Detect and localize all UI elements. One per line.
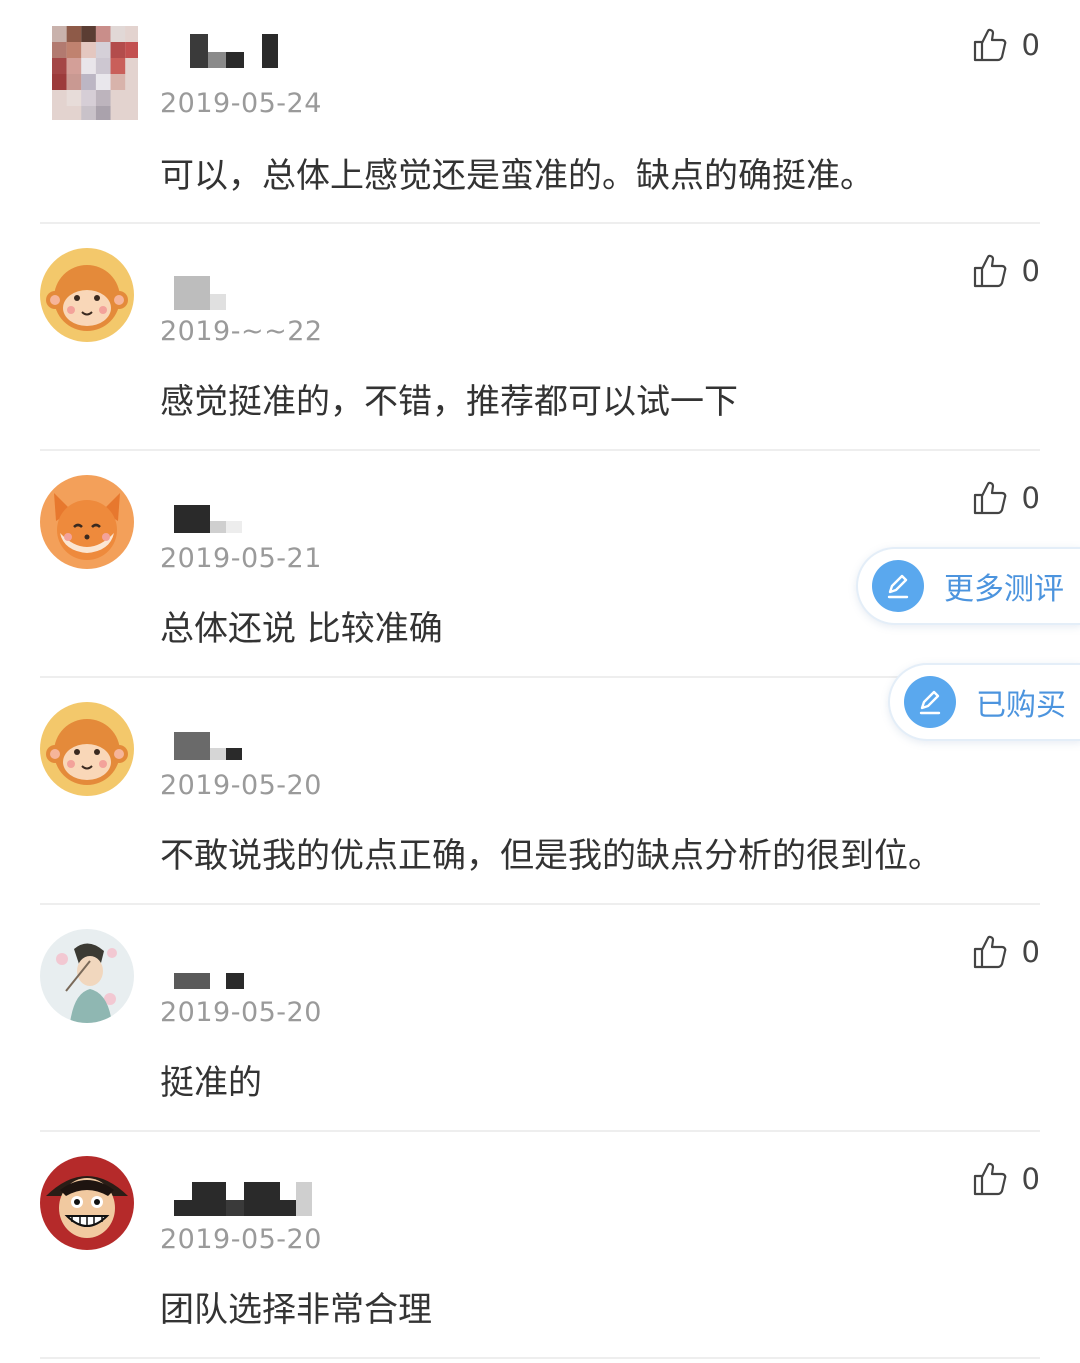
comment-date: 2019-~~22 [160, 316, 323, 347]
thumbs-up-icon [972, 934, 1008, 970]
comment-item: 2019-05-20 挺准的 0 [0, 905, 1080, 1132]
more-reviews-label: 更多测评 [944, 572, 1064, 607]
like-button[interactable]: 0 [972, 933, 1040, 971]
pencil-icon [904, 676, 956, 728]
like-count: 0 [1021, 935, 1040, 969]
comment-date: 2019-05-20 [160, 770, 322, 801]
comment-date: 2019-05-20 [160, 1224, 322, 1255]
pencil-icon [872, 560, 924, 612]
comment-text: 挺准的 [160, 1063, 262, 1103]
divider [40, 1357, 1040, 1359]
comment-date: 2019-05-20 [160, 997, 322, 1028]
thumbs-up-icon [972, 1161, 1008, 1197]
like-count: 0 [1021, 28, 1040, 62]
comment-item: 2019-~~22 感觉挺准的，不错，推荐都可以试一下 0 [0, 224, 1080, 451]
comment-date: 2019-05-24 [160, 88, 322, 119]
comment-text: 总体还说 比较准确 [160, 609, 443, 649]
comment-text: 团队选择非常合理 [160, 1290, 432, 1330]
comment-item: 2019-05-20 团队选择非常合理 0 [0, 1132, 1080, 1359]
thumbs-up-icon [972, 480, 1008, 516]
comment-text: 可以，总体上感觉还是蛮准的。缺点的确挺准。 [160, 156, 874, 196]
avatar[interactable] [52, 26, 138, 120]
thumbs-up-icon [972, 253, 1008, 289]
username-redacted [172, 1182, 322, 1216]
like-button[interactable]: 0 [972, 26, 1040, 64]
like-button[interactable]: 0 [972, 252, 1040, 290]
avatar[interactable] [40, 1156, 134, 1250]
avatar[interactable] [40, 929, 134, 1023]
like-button[interactable]: 0 [972, 1160, 1040, 1198]
username-redacted [172, 732, 252, 766]
like-count: 0 [1021, 1162, 1040, 1196]
comment-date: 2019-05-21 [160, 543, 322, 574]
purchased-label: 已购买 [976, 688, 1066, 723]
purchased-button[interactable]: 已购买 [888, 663, 1080, 741]
more-reviews-button[interactable]: 更多测评 [856, 547, 1080, 625]
avatar[interactable] [40, 248, 134, 342]
thumbs-up-icon [972, 27, 1008, 63]
username-redacted [190, 34, 280, 68]
avatar[interactable] [40, 702, 134, 796]
comment-text: 不敢说我的优点正确，但是我的缺点分析的很到位。 [160, 836, 942, 876]
like-button[interactable]: 0 [972, 479, 1040, 517]
username-redacted [172, 505, 252, 539]
like-count: 0 [1021, 254, 1040, 288]
avatar[interactable] [40, 475, 134, 569]
comment-text: 感觉挺准的，不错，推荐都可以试一下 [160, 382, 738, 422]
username-redacted [172, 276, 232, 310]
like-count: 0 [1021, 481, 1040, 515]
comment-item: 2019-05-24 可以，总体上感觉还是蛮准的。缺点的确挺准。 0 [0, 0, 1080, 224]
